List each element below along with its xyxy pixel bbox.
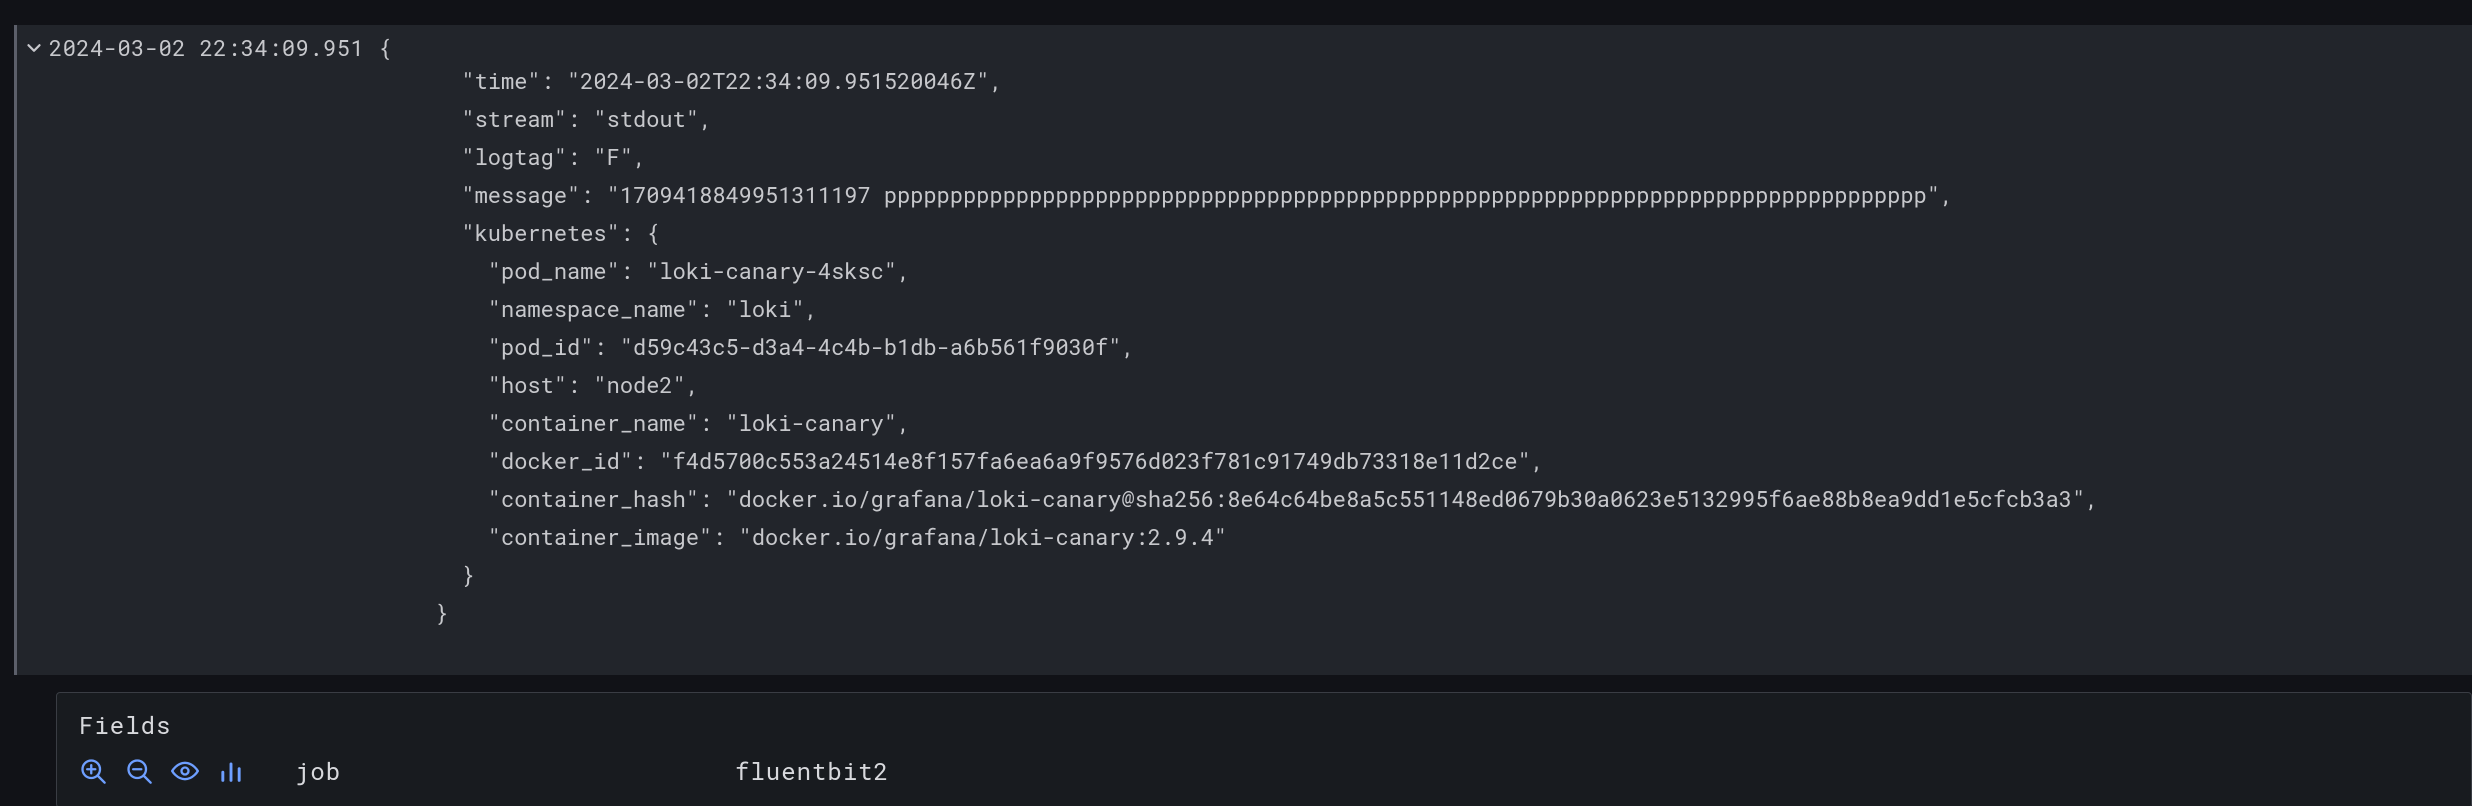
chevron-down-icon[interactable] [23, 37, 45, 59]
zoom-in-icon[interactable] [79, 757, 107, 785]
eye-icon[interactable] [171, 757, 199, 785]
log-timestamp: 2024-03-02 22:34:09.951 [49, 33, 364, 62]
log-entry-header[interactable]: 2024-03-02 22:34:09.951 { [17, 25, 2472, 62]
log-entry-panel: 2024-03-02 22:34:09.951 { "time": "2024-… [14, 25, 2472, 675]
field-key: job [295, 755, 715, 787]
json-open-brace: { [378, 33, 391, 62]
fields-panel: Fields [56, 692, 2472, 806]
log-json-body: "time": "2024-03-02T22:34:09.951520046Z"… [435, 62, 2472, 632]
stats-icon[interactable] [217, 757, 245, 785]
field-value: fluentbit2 [735, 755, 889, 787]
fields-title: Fields [79, 709, 2449, 741]
field-actions [79, 757, 245, 785]
zoom-out-icon[interactable] [125, 757, 153, 785]
fields-row: job fluentbit2 [79, 755, 2449, 787]
